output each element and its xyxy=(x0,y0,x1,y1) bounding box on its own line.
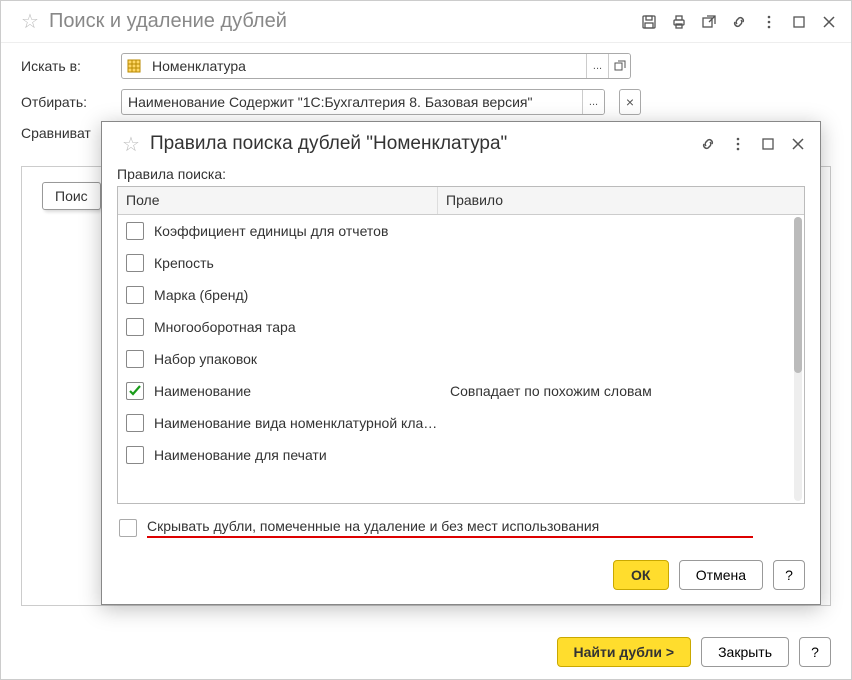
dialog-help-button[interactable]: ? xyxy=(773,560,805,590)
ok-button[interactable]: ОК xyxy=(613,560,669,590)
search-in-ellipsis-button[interactable]: ... xyxy=(586,54,608,78)
dialog-title: Правила поиска дублей "Номенклатура" xyxy=(150,133,696,155)
filter-row: Отбирать: Наименование Содержит "1С:Бухг… xyxy=(21,89,831,115)
dialog-link-icon[interactable] xyxy=(696,132,720,156)
filter-input[interactable]: Наименование Содержит "1С:Бухгалтерия 8.… xyxy=(121,89,605,115)
row-field-label: Многооборотная тара xyxy=(154,319,446,335)
row-checkbox[interactable] xyxy=(126,286,144,304)
search-tab-button[interactable]: Поис xyxy=(42,182,101,210)
filter-clear-button[interactable]: × xyxy=(619,89,641,115)
table-row[interactable]: Марка (бренд) xyxy=(118,279,804,311)
close-button[interactable]: Закрыть xyxy=(701,637,789,667)
row-checkbox[interactable] xyxy=(126,350,144,368)
filter-value: Наименование Содержит "1С:Бухгалтерия 8.… xyxy=(122,94,582,110)
search-in-input[interactable]: Номенклатура ... xyxy=(121,53,631,79)
dialog-more-icon[interactable] xyxy=(726,132,750,156)
dialog-body: Правила поиска: Поле Правило Коэффициент… xyxy=(102,166,820,550)
more-icon[interactable] xyxy=(757,10,781,34)
dialog-titlebar: ☆ Правила поиска дублей "Номенклатура" xyxy=(102,122,820,166)
main-titlebar: ☆ Поиск и удаление дублей xyxy=(1,1,851,43)
search-in-row: Искать в: Номенклатура ... xyxy=(21,53,831,79)
dialog-star-icon[interactable]: ☆ xyxy=(122,132,140,157)
row-checkbox[interactable] xyxy=(126,254,144,272)
table-row[interactable]: Набор упаковок xyxy=(118,343,804,375)
save-icon[interactable] xyxy=(637,10,661,34)
help-button[interactable]: ? xyxy=(799,637,831,667)
row-checkbox[interactable] xyxy=(126,318,144,336)
row-checkbox[interactable] xyxy=(126,222,144,240)
table-icon xyxy=(122,59,146,73)
table-row[interactable]: НаименованиеСовпадает по похожим словам xyxy=(118,375,804,407)
search-in-label: Искать в: xyxy=(21,58,111,74)
grid-header: Поле Правило xyxy=(118,187,804,215)
dialog-close-icon[interactable] xyxy=(786,132,810,156)
row-checkbox[interactable] xyxy=(126,414,144,432)
titlebar-icons xyxy=(637,10,841,34)
dialog-footer: ОК Отмена ? xyxy=(102,550,820,604)
find-duplicates-button[interactable]: Найти дубли > xyxy=(557,637,692,667)
filter-label: Отбирать: xyxy=(21,94,111,110)
hide-duplicates-checkbox[interactable] xyxy=(119,519,137,537)
grid-scrollbar-thumb[interactable] xyxy=(794,217,802,373)
link-icon[interactable] xyxy=(727,10,751,34)
table-row[interactable]: Коэффициент единицы для отчетов xyxy=(118,215,804,247)
page-title: Поиск и удаление дублей xyxy=(49,10,637,33)
dialog-maximize-icon[interactable] xyxy=(756,132,780,156)
close-icon[interactable] xyxy=(817,10,841,34)
row-field-label: Набор упаковок xyxy=(154,351,446,367)
table-row[interactable]: Наименование вида номенклатурной кла… xyxy=(118,407,804,439)
print-icon[interactable] xyxy=(667,10,691,34)
red-underline xyxy=(147,536,753,538)
maximize-icon[interactable] xyxy=(787,10,811,34)
row-field-label: Крепость xyxy=(154,255,446,271)
column-rule-header[interactable]: Правило xyxy=(438,187,804,214)
search-in-open-button[interactable] xyxy=(608,54,630,78)
cancel-button[interactable]: Отмена xyxy=(679,560,763,590)
table-row[interactable]: Наименование для печати xyxy=(118,439,804,471)
compare-label: Сравниват xyxy=(21,125,111,141)
grid-rows: Коэффициент единицы для отчетов Крепость М… xyxy=(118,215,804,503)
rules-grid: Поле Правило Коэффициент единицы для отч… xyxy=(117,186,805,504)
column-field-header[interactable]: Поле xyxy=(118,187,438,214)
filter-ellipsis-button[interactable]: ... xyxy=(582,90,604,114)
external-icon[interactable] xyxy=(697,10,721,34)
rules-dialog: ☆ Правила поиска дублей "Номенклатура" П… xyxy=(101,121,821,605)
star-icon[interactable]: ☆ xyxy=(21,9,39,34)
row-field-label: Коэффициент единицы для отчетов xyxy=(154,223,446,239)
hide-duplicates-row: Скрывать дубли, помеченные на удаление и… xyxy=(117,504,805,540)
search-in-value: Номенклатура xyxy=(146,58,586,74)
row-checkbox[interactable] xyxy=(126,446,144,464)
rules-label: Правила поиска: xyxy=(117,166,805,182)
row-field-label: Наименование для печати xyxy=(154,447,446,463)
grid-scrollbar[interactable] xyxy=(794,217,802,501)
table-row[interactable]: Крепость xyxy=(118,247,804,279)
main-window: ☆ Поиск и удаление дублей xyxy=(0,0,852,680)
dialog-titlebar-icons xyxy=(696,132,810,156)
row-field-label: Наименование xyxy=(154,383,446,399)
row-field-label: Наименование вида номенклатурной кла… xyxy=(154,415,446,431)
row-rule-label: Совпадает по похожим словам xyxy=(446,383,796,399)
hide-duplicates-label: Скрывать дубли, помеченные на удаление и… xyxy=(147,518,805,534)
row-checkbox[interactable] xyxy=(126,382,144,400)
row-field-label: Марка (бренд) xyxy=(154,287,446,303)
table-row[interactable]: Многооборотная тара xyxy=(118,311,804,343)
main-bottom-bar: Найти дубли > Закрыть ? xyxy=(557,637,832,667)
